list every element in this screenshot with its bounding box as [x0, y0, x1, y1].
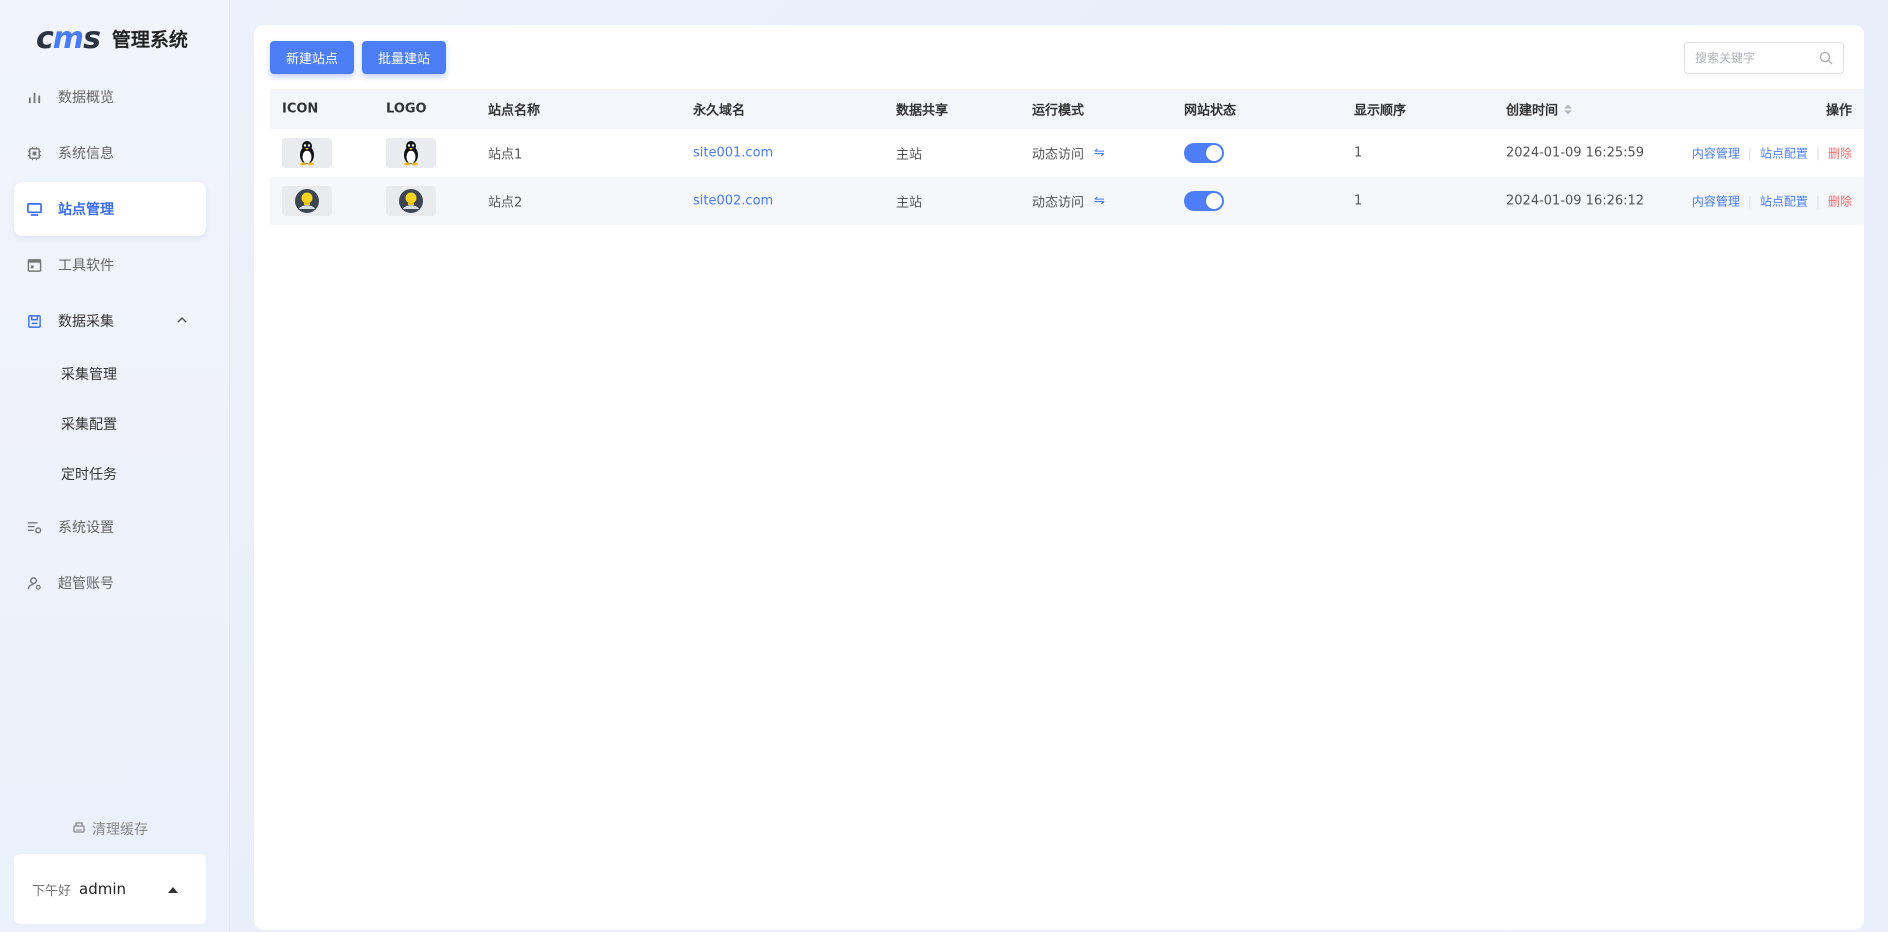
site-mode: 动态访问 ⇋	[1032, 144, 1105, 163]
header-order: 显示顺序	[1354, 103, 1407, 119]
sidebar: cms 管理系统 数据概览 系统信息 站点管理 工具软件 数据采集 采集管理 采…	[0, 0, 230, 932]
avatar-icon	[386, 186, 436, 216]
site-share: 主站	[896, 147, 923, 163]
cms-logo-mark: cms	[36, 20, 101, 56]
header-mode: 运行模式	[1032, 103, 1085, 119]
search-icon[interactable]	[1819, 51, 1833, 68]
user-gear-icon	[26, 575, 42, 591]
sidebar-item-data-collection[interactable]: 数据采集	[14, 294, 206, 348]
sidebar-subitem-collection-management[interactable]: 采集管理	[61, 364, 117, 384]
sidebar-item-site-management[interactable]: 站点管理	[14, 182, 206, 236]
header-logo: LOGO	[386, 101, 427, 117]
row-actions: 内容管理 | 站点配置 | 删除	[1692, 145, 1852, 162]
swap-icon[interactable]: ⇋	[1094, 146, 1105, 161]
save-icon	[26, 313, 42, 329]
window-icon	[26, 257, 42, 273]
table-row: 站点2 site002.com 主站 动态访问 ⇋ 1 2024-01-09 1…	[270, 177, 1864, 225]
site-mode-label: 动态访问	[1032, 147, 1085, 163]
site-share: 主站	[896, 195, 923, 211]
sidebar-subitem-scheduled-tasks[interactable]: 定时任务	[61, 464, 117, 484]
content-management-link[interactable]: 内容管理	[1692, 145, 1740, 162]
header-icon: ICON	[282, 101, 319, 117]
user-greeting: 下午好	[32, 883, 72, 899]
table-header: ICON LOGO 站点名称 永久域名 数据共享 运行模式 网站状态 显示顺序 …	[270, 89, 1864, 129]
bar-chart-icon	[26, 89, 42, 105]
site-logo-thumb	[386, 138, 436, 168]
delete-link[interactable]: 删除	[1828, 145, 1852, 162]
chip-icon	[26, 145, 42, 161]
sidebar-item-overview[interactable]: 数据概览	[14, 70, 206, 124]
header-share: 数据共享	[896, 103, 949, 119]
app-title: 管理系统	[111, 28, 188, 51]
divider: |	[1747, 194, 1752, 208]
penguin-icon	[386, 138, 436, 168]
broom-icon	[72, 820, 86, 838]
divider: |	[1815, 194, 1820, 208]
monitor-icon	[26, 201, 42, 217]
site-order: 1	[1354, 145, 1363, 161]
user-menu[interactable]: 下午好 admin	[14, 854, 206, 924]
sidebar-item-label: 数据概览	[58, 90, 114, 106]
search-input[interactable]	[1695, 51, 1815, 65]
header-time-label: 创建时间	[1506, 103, 1559, 119]
new-site-button[interactable]: 新建站点	[270, 41, 355, 74]
divider: |	[1815, 146, 1820, 160]
clear-cache-button[interactable]: 清理缓存	[72, 819, 148, 839]
settings-list-icon	[26, 519, 42, 535]
sidebar-item-tools[interactable]: 工具软件	[14, 238, 206, 292]
sidebar-item-admin-account[interactable]: 超管账号	[14, 556, 206, 610]
sort-icon[interactable]	[1564, 104, 1573, 114]
site-config-link[interactable]: 站点配置	[1760, 145, 1808, 162]
site-created-time: 2024-01-09 16:26:12	[1506, 193, 1645, 209]
divider: |	[1747, 146, 1752, 160]
header-ops: 操作	[1825, 103, 1852, 119]
header-name: 站点名称	[488, 103, 541, 119]
caret-up-icon[interactable]	[168, 887, 178, 893]
site-mode-label: 动态访问	[1032, 195, 1085, 211]
toggle-switch[interactable]	[1184, 143, 1224, 163]
sidebar-item-label: 站点管理	[58, 202, 114, 218]
site-status-toggle[interactable]	[1184, 191, 1224, 211]
sidebar-item-label: 系统设置	[58, 520, 114, 536]
sidebar-item-label: 系统信息	[58, 146, 114, 162]
sites-table: ICON LOGO 站点名称 永久域名 数据共享 运行模式 网站状态 显示顺序 …	[270, 89, 1864, 225]
table-row: 站点1 site001.com 主站 动态访问 ⇋ 1 2024-01-09 1…	[270, 129, 1864, 177]
sidebar-item-system-info[interactable]: 系统信息	[14, 126, 206, 180]
site-domain-link[interactable]: site002.com	[693, 194, 773, 209]
site-order: 1	[1354, 193, 1363, 209]
row-actions: 内容管理 | 站点配置 | 删除	[1692, 193, 1852, 210]
site-mode: 动态访问 ⇋	[1032, 192, 1105, 211]
site-domain-link[interactable]: site001.com	[693, 146, 773, 161]
site-name: 站点2	[488, 195, 523, 211]
site-created-time: 2024-01-09 16:25:59	[1506, 145, 1645, 161]
site-config-link[interactable]: 站点配置	[1760, 193, 1808, 210]
app-logo[interactable]: cms 管理系统	[36, 18, 188, 58]
header-time[interactable]: 创建时间	[1506, 100, 1573, 119]
site-status-toggle[interactable]	[1184, 143, 1224, 163]
content-management-link[interactable]: 内容管理	[1692, 193, 1740, 210]
site-name: 站点1	[488, 147, 523, 163]
header-status: 网站状态	[1184, 103, 1237, 119]
avatar-icon	[282, 186, 332, 216]
site-icon-thumb	[282, 138, 332, 168]
main-panel: 新建站点 批量建站 ICON LOGO 站点名称 永久域名 数据共享 运行模式 …	[254, 25, 1864, 930]
delete-link[interactable]: 删除	[1828, 193, 1852, 210]
swap-icon[interactable]: ⇋	[1094, 194, 1105, 209]
sidebar-item-label: 数据采集	[58, 314, 114, 330]
site-icon-thumb	[282, 186, 332, 216]
search-box[interactable]	[1684, 42, 1844, 74]
sidebar-item-system-settings[interactable]: 系统设置	[14, 500, 206, 554]
site-logo-thumb	[386, 186, 436, 216]
chevron-up-icon[interactable]	[176, 314, 188, 330]
toggle-switch[interactable]	[1184, 191, 1224, 211]
sidebar-item-label: 工具软件	[58, 258, 114, 274]
header-domain: 永久域名	[693, 103, 746, 119]
batch-site-button[interactable]: 批量建站	[362, 41, 447, 74]
sidebar-item-label: 超管账号	[58, 576, 114, 592]
sidebar-subitem-collection-config[interactable]: 采集配置	[61, 414, 117, 434]
clear-cache-label: 清理缓存	[92, 822, 148, 838]
user-name: admin	[79, 880, 127, 898]
penguin-icon	[282, 138, 332, 168]
